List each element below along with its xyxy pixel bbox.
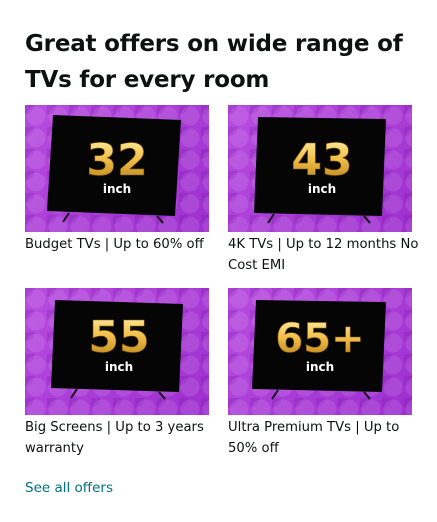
- tv-leg-right: [363, 391, 371, 400]
- tv-size-unit: inch: [308, 182, 336, 196]
- tile-ultra-premium-tvs[interactable]: 65+ inch Ultra Premium TVs | Up to 50% o…: [228, 288, 412, 456]
- tile-image: 65+ inch: [228, 288, 412, 415]
- tv-leg-left: [271, 389, 279, 400]
- tile-4k-tvs[interactable]: 43 inch 4K TVs | Up to 12 months No Cost…: [228, 105, 418, 273]
- tv-size-number: 32: [86, 135, 147, 186]
- tv-offers-card: Great offers on wide range of TVs for ev…: [0, 0, 437, 522]
- tile-big-screens[interactable]: 55 inch Big Screens | Up to 3 years warr…: [25, 288, 209, 456]
- tile-budget-tvs[interactable]: 32 inch Budget TVs | Up to 60% off: [25, 105, 209, 252]
- tv-size-unit: inch: [105, 360, 133, 374]
- tv-illustration: 32 inch: [47, 115, 181, 224]
- tv-leg-right: [363, 215, 371, 224]
- tv-size-unit: inch: [306, 360, 334, 374]
- tv-illustration: 65+ inch: [252, 300, 386, 400]
- section-title: Great offers on wide range of TVs for ev…: [25, 31, 403, 93]
- tile-image: 32 inch: [25, 105, 209, 232]
- see-all-offers-link[interactable]: See all offers: [25, 478, 113, 498]
- tv-size-number: 43: [291, 135, 352, 186]
- tv-illustration: 43 inch: [254, 117, 386, 224]
- tile-label: Big Screens | Up to 3 years warranty: [25, 420, 204, 456]
- tile-image: 55 inch: [25, 288, 209, 415]
- tv-leg-left: [62, 212, 70, 223]
- tv-size-number: 55: [88, 312, 149, 363]
- tv-size-unit: inch: [103, 182, 131, 196]
- tile-label: Budget TVs | Up to 60% off: [25, 237, 204, 252]
- tv-leg-right: [158, 391, 166, 400]
- tile-image: 43 inch: [228, 105, 412, 232]
- tv-leg-right: [156, 215, 164, 224]
- tile-label: Ultra Premium TVs | Up to 50% off: [228, 420, 400, 456]
- tv-size-number: 65+: [275, 316, 364, 362]
- tv-leg-left: [70, 388, 78, 399]
- tv-leg-left: [267, 213, 275, 224]
- tv-illustration: 55 inch: [51, 300, 183, 400]
- tile-label: 4K TVs | Up to 12 months No Cost EMI: [228, 237, 419, 273]
